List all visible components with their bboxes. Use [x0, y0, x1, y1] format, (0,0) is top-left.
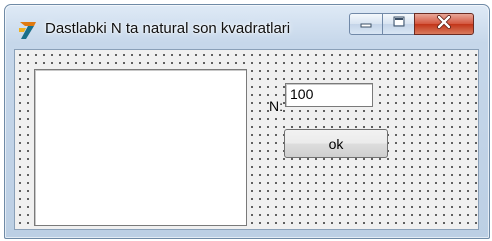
- ok-button-label: ok: [328, 135, 344, 152]
- form-client-area: N: 100 ok: [14, 49, 479, 230]
- ok-button[interactable]: ok: [284, 129, 388, 158]
- close-icon: [436, 14, 452, 34]
- maximize-icon: [392, 15, 406, 33]
- n-label: N:: [269, 98, 283, 114]
- output-memo[interactable]: [34, 69, 247, 226]
- window-title: Dastlabki N ta natural son kvadratlari: [45, 20, 291, 37]
- n-input[interactable]: 100: [285, 83, 373, 107]
- maximize-button[interactable]: [382, 13, 415, 35]
- close-button[interactable]: [414, 13, 474, 35]
- minimize-button[interactable]: [349, 13, 383, 35]
- title-bar[interactable]: Dastlabki N ta natural son kvadratlari: [5, 5, 489, 49]
- minimize-icon: [359, 15, 373, 33]
- app-window: Dastlabki N ta natural son kvadratlari N…: [4, 4, 490, 239]
- delphi-app-icon[interactable]: [17, 19, 39, 41]
